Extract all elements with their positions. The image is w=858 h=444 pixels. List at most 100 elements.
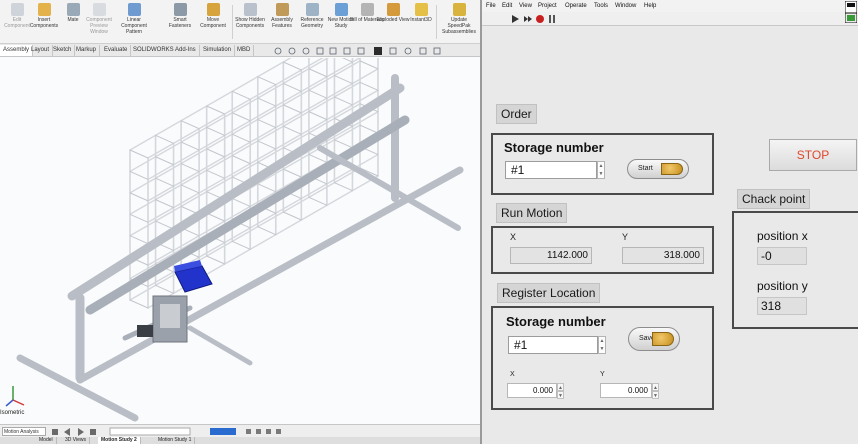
menu-file[interactable]: File [486, 1, 496, 11]
display-style-icon[interactable] [357, 47, 365, 55]
order-storage-number-label: Storage number [504, 140, 604, 155]
tab-mbd[interactable]: MBD [234, 45, 255, 56]
save-animation-icon[interactable] [246, 429, 251, 434]
rack-depth-beam [206, 148, 226, 158]
rack-depth-beam [180, 184, 200, 194]
tab-markup[interactable]: Markup [73, 45, 101, 56]
register-location-label: Register Location [497, 283, 601, 303]
rack-depth-beam [257, 119, 277, 129]
run-continuously-icon[interactable] [524, 16, 532, 22]
rack-depth-beam [206, 212, 226, 222]
register-storage-number-label: Storage number [506, 314, 606, 329]
playback-mode-select[interactable] [210, 428, 236, 435]
storage-rack-model[interactable] [0, 58, 480, 424]
calculate-icon[interactable] [52, 429, 58, 435]
start-button[interactable]: Start [627, 159, 689, 179]
register-y-control[interactable]: 0.000 [600, 383, 652, 398]
pause-icon[interactable] [549, 15, 555, 23]
assembly-features-button[interactable]: Assembly Features [265, 3, 299, 43]
register-storage-number-increment[interactable]: ▲ ▼ [598, 336, 606, 354]
rack-depth-beam [308, 111, 328, 121]
hide-show-items-icon[interactable] [374, 47, 382, 55]
position-x-indicator: -0 [757, 247, 807, 265]
register-x-increment[interactable]: ▲ ▼ [557, 383, 564, 400]
section-view-icon[interactable] [316, 47, 324, 55]
menu-project[interactable]: Project [538, 1, 557, 11]
motion-controls [52, 427, 281, 436]
register-x-control[interactable]: 0.000 [507, 383, 557, 398]
component-preview-button[interactable]: Component Preview Window [82, 3, 116, 43]
edit-component-icon [10, 3, 24, 16]
update-speedpak-button[interactable]: Update SpeedPak Subassemblies [439, 3, 479, 43]
rack-depth-beam [155, 177, 175, 187]
stop-motion-icon[interactable] [90, 429, 96, 435]
cad-3d-viewport[interactable] [0, 58, 480, 424]
run-arrow-icon[interactable] [512, 15, 519, 23]
play-icon[interactable] [78, 428, 84, 436]
rack-depth-beam [231, 112, 251, 122]
rack-depth-beam [257, 97, 277, 107]
linear-pattern-button[interactable]: Linear Component Pattern [117, 3, 151, 43]
tab-motion-study-1[interactable]: Motion Study 1 [155, 437, 196, 444]
smart-fasteners-button[interactable]: Smart Fasteners [163, 3, 197, 43]
rack-depth-beam [231, 197, 251, 207]
menu-view[interactable]: View [519, 1, 532, 11]
zoom-fit-icon[interactable] [274, 47, 282, 55]
tab-evaluate[interactable]: Evaluate [101, 45, 132, 56]
tab-motion-study-2[interactable]: Motion Study 2 [98, 437, 141, 444]
order-storage-number-ring[interactable]: #1 [505, 161, 597, 179]
run-motion-x-label: X [510, 232, 517, 242]
abort-icon[interactable] [536, 15, 544, 23]
tab-model[interactable]: Model [36, 437, 57, 444]
animation-wizard-icon[interactable] [256, 429, 261, 434]
rack-depth-beam [282, 168, 302, 178]
menu-window[interactable]: Window [615, 1, 636, 11]
edit-appearance-icon[interactable] [389, 47, 397, 55]
tab-3d-views[interactable]: 3D Views [62, 437, 91, 444]
previous-view-icon[interactable] [302, 47, 310, 55]
tab-sketch[interactable]: Sketch [50, 45, 76, 56]
move-component-button[interactable]: Move Component [196, 3, 230, 43]
features-icon [275, 3, 289, 16]
order-label: Order [496, 104, 537, 124]
rack-depth-beam [359, 81, 379, 91]
view-orientation-icon[interactable] [343, 47, 351, 55]
motion-type-select[interactable]: Motion Analysis [2, 427, 46, 436]
stop-button[interactable]: STOP [769, 139, 857, 171]
menu-help[interactable]: Help [644, 1, 656, 11]
mate-icon [66, 3, 80, 16]
preview-window-icon [92, 3, 106, 16]
menu-edit[interactable]: Edit [502, 1, 512, 11]
play-from-start-icon[interactable] [64, 428, 70, 436]
instant3d-button[interactable]: Instant3D [404, 3, 438, 43]
menu-operate[interactable]: Operate [565, 1, 587, 11]
insert-components-icon [37, 3, 51, 16]
playback-speed-field[interactable] [109, 427, 191, 436]
geometry-icon [305, 3, 319, 16]
order-storage-number-increment[interactable]: ▲ ▼ [597, 161, 605, 179]
tab-simulation[interactable]: Simulation [200, 45, 236, 56]
cad-ribbon: Edit Component Insert Components Mate Co… [0, 0, 480, 44]
rack-depth-beam [231, 155, 251, 165]
apply-scene-icon[interactable] [404, 47, 412, 55]
menu-tools[interactable]: Tools [594, 1, 608, 11]
ribbon-divider [436, 5, 437, 39]
tab-solidworks-addins[interactable]: SOLIDWORKS Add-Ins [130, 45, 200, 56]
register-storage-number-ring[interactable]: #1 [508, 336, 598, 354]
speedpak-icon [452, 3, 466, 16]
save-button[interactable]: Save [628, 327, 680, 351]
heads-up-view-toolbar[interactable] [272, 46, 478, 57]
show-hidden-button[interactable]: Show Hidden Components [233, 3, 267, 43]
display-pane-icon[interactable] [433, 47, 441, 55]
rack-depth-beam [206, 105, 226, 115]
eye-icon [243, 3, 257, 16]
autokey-icon[interactable] [266, 429, 271, 434]
dynamic-annotation-icon[interactable] [329, 47, 337, 55]
fastener-icon [173, 3, 187, 16]
view-settings-icon[interactable] [419, 47, 427, 55]
rack-depth-beam [155, 220, 175, 230]
add-key-icon[interactable] [276, 429, 281, 434]
zoom-area-icon[interactable] [288, 47, 296, 55]
run-motion-y-indicator: 318.000 [622, 247, 704, 264]
register-y-increment[interactable]: ▲ ▼ [652, 383, 659, 400]
